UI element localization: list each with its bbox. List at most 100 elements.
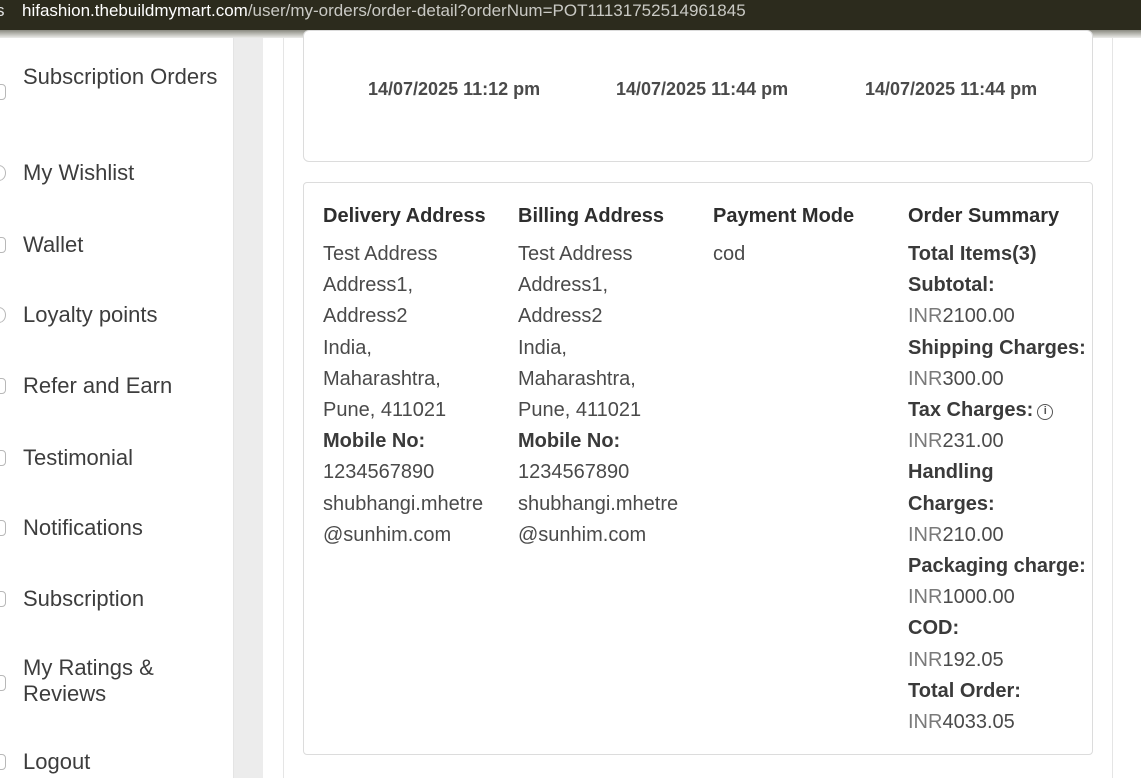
bell-icon [0, 520, 6, 536]
order-summary-column: Order Summary Total Items(3) Subtotal: I… [908, 203, 1086, 738]
order-summary-title: Order Summary [908, 205, 1060, 227]
subtotal-value: INR2100.00 [908, 301, 1086, 332]
timeline-date: 14/07/2025 11:44 pm [616, 79, 789, 99]
sidebar-item-testimonial[interactable]: Testimonial [0, 443, 234, 473]
delivery-line: Address1, [323, 274, 414, 297]
sidebar-item-label: My Ratings & Reviews [23, 655, 154, 706]
sidebar-item-my-ratings-reviews[interactable]: My Ratings & Reviews [0, 655, 234, 709]
payment-mode-column: Payment Mode cod [713, 203, 854, 270]
subscription-orders-icon [0, 84, 6, 100]
payment-mode-title: Payment Mode [713, 205, 855, 227]
sidebar-item-label: Wallet [23, 232, 84, 257]
cod-value: INR192.05 [908, 645, 1086, 676]
sidebar-item-notifications[interactable]: Notifications [0, 513, 234, 543]
sidebar-item-label: Notifications [23, 515, 143, 540]
amount: 210.00 [942, 523, 1004, 546]
sidebar-item-label: Testimonial [23, 445, 134, 470]
sidebar-item-label: Logout [23, 749, 91, 774]
currency-code: INR [908, 430, 943, 453]
timeline-date: 14/07/2025 11:12 pm [368, 79, 541, 99]
delivery-line: Maharashtra, [323, 367, 441, 390]
billing-address-column: Billing Address Test Address Address1, A… [518, 203, 678, 551]
delivery-line: Address2 [323, 305, 408, 328]
sidebar-item-label: Subscription Orders [23, 64, 218, 89]
delivery-address-column: Delivery Address Test Address Address1, … [323, 203, 486, 551]
logout-icon [0, 754, 6, 770]
billing-email-part1: shubhangi.mhetre [518, 492, 679, 515]
billing-mobile-label: Mobile No: [518, 430, 621, 453]
page-gutter [234, 38, 263, 778]
timeline-date: 14/07/2025 11:44 pm [865, 79, 1038, 99]
delivery-mobile: 1234567890 [323, 461, 435, 484]
currency-code: INR [908, 367, 943, 390]
delivery-email-part2: @sunhim.com [323, 523, 452, 546]
delivery-line: Pune, 411021 [323, 399, 447, 422]
tax-label-row: Tax Charges: i [908, 395, 1086, 426]
sidebar-item-refer-and-earn[interactable]: Refer and Earn [0, 371, 234, 401]
delivery-address-title: Delivery Address [323, 205, 486, 227]
payment-mode-value: cod [713, 243, 746, 265]
url-host: hifashion.thebuildmymart.com [22, 1, 248, 20]
total-order-label: Total Order: [908, 679, 1021, 702]
handling-label-2: Charges: [908, 492, 995, 515]
sidebar-item-subscription-orders[interactable]: Subscription Orders [0, 64, 234, 118]
wallet-icon [0, 237, 6, 253]
amount: 4033.05 [942, 711, 1015, 734]
shipping-label: Shipping Charges: [908, 336, 1086, 359]
sidebar-item-label: Subscription [23, 586, 145, 611]
info-icon[interactable]: i [1037, 404, 1054, 421]
billing-line: India, [518, 336, 567, 359]
total-order-value: INR4033.05 [908, 707, 1086, 738]
amount: 300.00 [942, 367, 1004, 390]
tax-value: INR231.00 [908, 426, 1086, 457]
packaging-value: INR1000.00 [908, 582, 1086, 613]
amount: 2100.00 [942, 305, 1015, 328]
tax-label: Tax Charges: [908, 399, 1034, 422]
refer-icon [0, 378, 6, 394]
billing-email-part2: @sunhim.com [518, 523, 647, 546]
sidebar-item-loyalty-points[interactable]: Loyalty points [0, 300, 234, 330]
address-bar[interactable]: s hifashion.thebuildmymart.com/user/my-o… [0, 0, 1141, 30]
billing-line: Pune, 411021 [518, 399, 642, 422]
billing-line: Address2 [518, 305, 603, 328]
currency-code: INR [908, 523, 943, 546]
billing-line: Test Address [518, 243, 633, 265]
currency-code: INR [908, 586, 943, 609]
delivery-line: Test Address [323, 243, 438, 265]
delivery-mobile-label: Mobile No: [323, 430, 426, 453]
delivery-line: India, [323, 336, 372, 359]
sidebar-item-label: My Wishlist [23, 160, 135, 185]
delivery-email-part1: shubhangi.mhetre [323, 492, 484, 515]
amount: 231.00 [942, 430, 1004, 453]
loyalty-icon [0, 307, 6, 323]
billing-line: Maharashtra, [518, 367, 636, 390]
heart-icon [0, 165, 6, 181]
sidebar-item-wallet[interactable]: Wallet [0, 230, 234, 260]
currency-code: INR [908, 711, 943, 734]
total-items: Total Items(3) [908, 243, 1037, 265]
sidebar-item-subscription[interactable]: Subscription [0, 584, 234, 614]
packaging-label: Packaging charge: [908, 555, 1086, 578]
cod-label: COD: [908, 617, 960, 640]
handling-label-1: Handling [908, 461, 994, 484]
url-path: /user/my-orders/order-detail?orderNum=PO… [247, 1, 746, 20]
handling-value: INR210.00 [908, 520, 1086, 551]
content-border-left [283, 38, 284, 778]
subscription-icon [0, 591, 6, 607]
billing-address-title: Billing Address [518, 205, 664, 227]
amount: 192.05 [942, 648, 1004, 671]
billing-mobile: 1234567890 [518, 461, 630, 484]
sidebar-item-logout[interactable]: Logout [0, 747, 234, 777]
shipping-value: INR300.00 [908, 364, 1086, 395]
sidebar-item-label: Refer and Earn [23, 373, 173, 398]
star-icon [0, 675, 6, 691]
sidebar-item-my-wishlist[interactable]: My Wishlist [0, 158, 234, 188]
content-border-right [1112, 38, 1113, 778]
url-lead-glyph: s [0, 1, 5, 20]
sidebar-item-label: Loyalty points [23, 302, 158, 327]
subtotal-label: Subtotal: [908, 274, 995, 297]
currency-code: INR [908, 648, 943, 671]
currency-code: INR [908, 305, 943, 328]
testimonial-icon [0, 450, 6, 466]
amount: 1000.00 [942, 586, 1015, 609]
